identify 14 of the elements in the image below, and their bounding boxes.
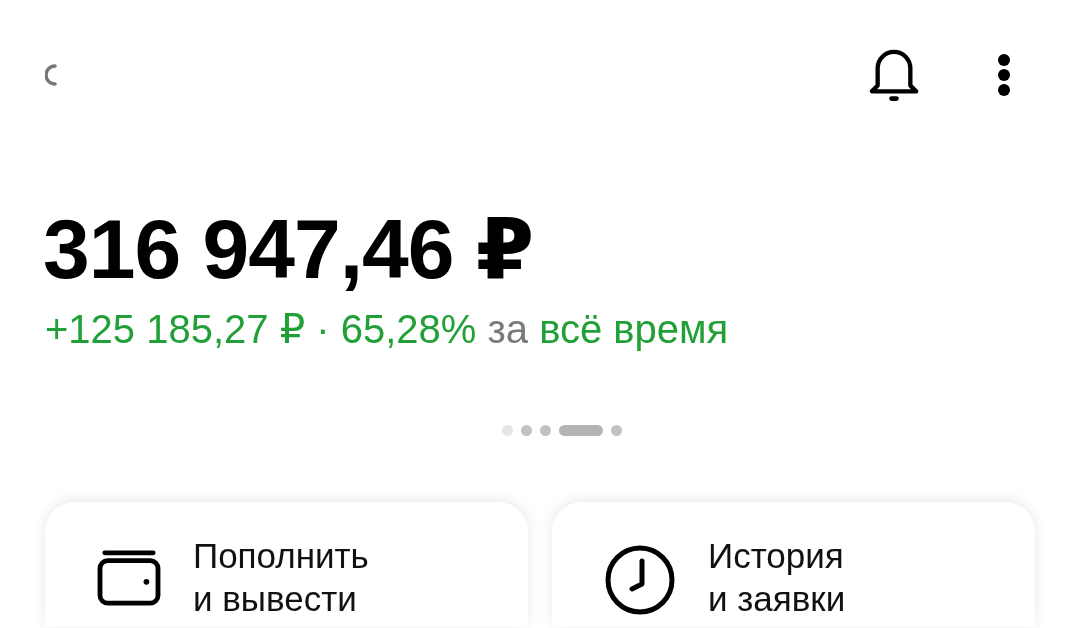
action-label: История и заявки: [708, 535, 846, 621]
notifications-button[interactable]: [869, 47, 919, 103]
clock-icon: [604, 544, 676, 616]
action-label: Пополнить и вывести: [193, 535, 369, 621]
period-prefix: за: [487, 307, 529, 351]
profit-change: +125 185,27 ₽ · 65,28%: [45, 307, 477, 351]
balance-amount: 316 947,46 ₽: [43, 207, 534, 291]
wallet-icon: [97, 549, 161, 607]
more-button[interactable]: [997, 53, 1011, 97]
bell-icon: [869, 47, 919, 103]
more-icon: [997, 53, 1011, 97]
spinner-icon: [45, 64, 57, 86]
action-card[interactable]: Пополнить и вывести: [45, 502, 528, 627]
action-card[interactable]: История и заявки: [552, 502, 1035, 627]
